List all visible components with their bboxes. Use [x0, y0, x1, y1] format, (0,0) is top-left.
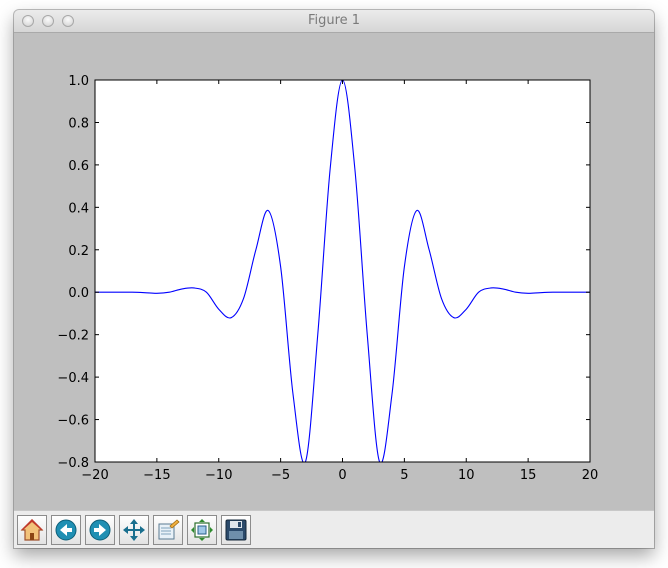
window-title: Figure 1	[307, 13, 361, 28]
forward-arrow-icon	[89, 519, 111, 541]
subplots-button[interactable]	[187, 515, 217, 545]
home-button[interactable]	[17, 515, 47, 545]
y-tick-label: 0.6	[68, 159, 89, 174]
title-bar[interactable]: Figure 1	[14, 10, 654, 33]
x-tick-label: −15	[143, 468, 170, 483]
back-button[interactable]	[51, 515, 81, 545]
zoom-rect-icon	[158, 519, 180, 540]
forward-button[interactable]	[85, 515, 115, 545]
x-tick-label: −5	[271, 468, 290, 483]
y-tick-label: −0.6	[57, 414, 89, 429]
y-tick-label: −0.4	[57, 371, 89, 386]
y-tick-label: −0.8	[57, 456, 89, 471]
figure-window: Figure 1 −20 −15 −10 −5 0 5 10 15 20 −0.8 −0.6 −0.4…	[14, 10, 654, 548]
y-tick-label: 0.8	[68, 116, 89, 131]
x-tick-label: 10	[458, 468, 475, 483]
x-tick-label: 5	[400, 468, 408, 483]
pan-button[interactable]	[119, 515, 149, 545]
plot-area	[95, 80, 590, 462]
navigation-toolbar	[14, 510, 654, 548]
y-tick-label: 0.2	[68, 244, 89, 259]
y-tick-label: 0.4	[68, 201, 89, 216]
back-arrow-icon	[55, 519, 77, 541]
y-tick-label: −0.2	[57, 329, 89, 344]
figure-canvas[interactable]: −20 −15 −10 −5 0 5 10 15 20 −0.8 −0.6 −0.4 −0.2 0.0 0.…	[14, 33, 654, 511]
x-tick-label: 15	[520, 468, 537, 483]
save-button[interactable]	[221, 515, 251, 545]
zoom-button[interactable]	[153, 515, 183, 545]
subplots-icon	[191, 519, 213, 541]
floppy-disk-icon	[225, 519, 247, 541]
home-icon	[20, 519, 44, 541]
x-tick-label: 0	[338, 468, 346, 483]
y-tick-label: 0.0	[68, 286, 89, 301]
move-arrows-icon	[123, 519, 145, 541]
y-tick-label: 1.0	[68, 74, 89, 89]
x-tick-label: 20	[582, 468, 599, 483]
line-plot: −20 −15 −10 −5 0 5 10 15 20−0.8−0.6−0.4−0.20.00.…	[57, 74, 599, 483]
x-tick-label: −10	[205, 468, 232, 483]
